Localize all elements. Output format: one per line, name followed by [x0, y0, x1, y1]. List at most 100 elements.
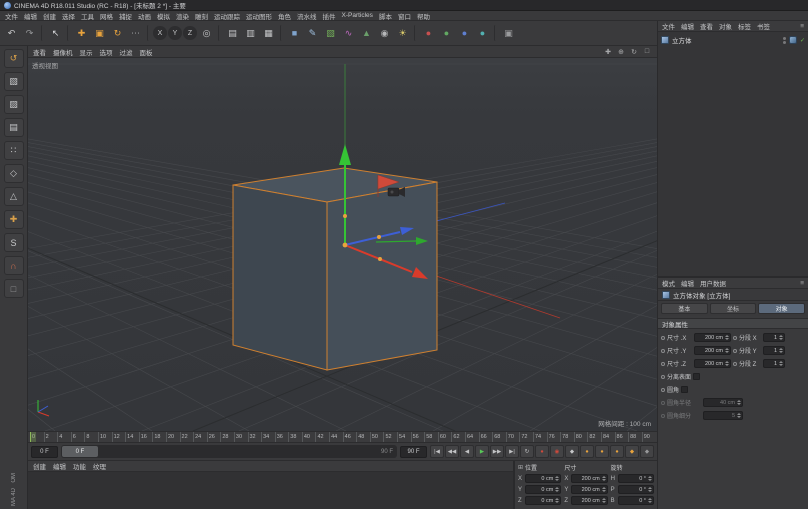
- menu-item[interactable]: 网格: [100, 11, 113, 21]
- redo-icon[interactable]: ↷: [21, 25, 38, 42]
- field-spinner[interactable]: [778, 359, 784, 368]
- menu-item[interactable]: 脚本: [379, 11, 392, 21]
- menu-item[interactable]: 创建: [43, 11, 56, 21]
- coordinate-field[interactable]: 200 cm: [571, 474, 607, 483]
- current-frame-marker[interactable]: [30, 432, 36, 442]
- object-manager-menu-item[interactable]: 对象: [719, 21, 732, 31]
- move-tool-icon[interactable]: ✚: [73, 25, 90, 42]
- y-handle-dot[interactable]: [343, 214, 347, 218]
- attribute-manager-menu-item[interactable]: 用户数据: [700, 278, 726, 288]
- size-field[interactable]: 200 cm: [694, 346, 731, 355]
- capture-camera-icon[interactable]: ▣: [500, 25, 517, 42]
- lock-y-button[interactable]: Y: [168, 26, 182, 40]
- menu-item[interactable]: 运动跟踪: [214, 11, 240, 21]
- viewport-canvas-area[interactable]: 透视视图 网格间距 : 100 cm: [28, 58, 657, 431]
- field-spinner[interactable]: [724, 346, 730, 355]
- object-list[interactable]: 立方体 ✓: [658, 32, 808, 276]
- object-manager-menu-item[interactable]: 编辑: [681, 21, 694, 31]
- x-handle-dot[interactable]: [378, 257, 382, 261]
- enable-axis-icon[interactable]: ✚: [4, 210, 24, 229]
- menu-item[interactable]: 模拟: [157, 11, 170, 21]
- visibility-dots[interactable]: [783, 37, 786, 44]
- om-options-icon[interactable]: ≡: [800, 23, 804, 30]
- viewport-solo-icon[interactable]: S: [4, 233, 24, 252]
- size-field[interactable]: 200 cm: [694, 359, 731, 368]
- convert-editable-icon[interactable]: ↺: [4, 49, 24, 68]
- field-spinner[interactable]: [778, 346, 784, 355]
- field-spinner[interactable]: [778, 333, 784, 342]
- coordinate-field[interactable]: 0 °: [618, 474, 654, 483]
- field-spinner[interactable]: [724, 359, 730, 368]
- segments-field[interactable]: 1: [763, 359, 785, 368]
- coordinate-field[interactable]: 200 cm: [571, 485, 607, 494]
- viewport-menu-item[interactable]: 摄像机: [53, 47, 73, 57]
- record-keyframe-button[interactable]: ●: [535, 445, 549, 458]
- coordinate-field[interactable]: 0 cm: [525, 496, 561, 505]
- field-spinner[interactable]: [601, 474, 607, 483]
- object-manager-menu-item[interactable]: 标签: [738, 21, 751, 31]
- viewport-canvas[interactable]: [28, 58, 657, 431]
- menu-item[interactable]: 运动图形: [246, 11, 272, 21]
- keyframe-dot[interactable]: [661, 336, 665, 340]
- keyframe-selection-button[interactable]: ◆: [565, 445, 579, 458]
- end-frame-field[interactable]: 90 F: [400, 446, 427, 458]
- size-field[interactable]: 200 cm: [694, 333, 731, 342]
- add-cube-icon[interactable]: ■: [286, 25, 303, 42]
- add-environment-icon[interactable]: ▲: [358, 25, 375, 42]
- render-view-icon[interactable]: ▤: [224, 25, 241, 42]
- lock-z-button[interactable]: Z: [183, 26, 197, 40]
- coordinate-field[interactable]: 0 °: [618, 485, 654, 494]
- field-spinner[interactable]: [647, 496, 653, 505]
- viewport-menu-item[interactable]: 显示: [80, 47, 93, 57]
- keyframe-dot[interactable]: [733, 362, 737, 366]
- timeline-ruler[interactable]: 0246810121416182022242628303234363840424…: [28, 431, 657, 443]
- prev-key-button[interactable]: ◀◀: [445, 445, 459, 458]
- field-spinner[interactable]: [647, 474, 653, 483]
- menu-item[interactable]: 动画: [138, 11, 151, 21]
- attribute-tab[interactable]: 对象: [758, 303, 805, 314]
- snap-icon[interactable]: ∩: [4, 256, 24, 275]
- add-spline-icon[interactable]: ✎: [304, 25, 321, 42]
- pan-view-icon[interactable]: ✚: [603, 48, 613, 56]
- menu-item[interactable]: 雕刻: [195, 11, 208, 21]
- last-tool-icon[interactable]: ⋯: [127, 25, 144, 42]
- coord-system-icon[interactable]: ◎: [198, 25, 215, 42]
- keyframe-dot[interactable]: [733, 349, 737, 353]
- attribute-manager-menu-item[interactable]: 编辑: [681, 278, 694, 288]
- menu-item[interactable]: 流水线: [297, 11, 317, 21]
- menu-item[interactable]: 捕捉: [119, 11, 132, 21]
- field-spinner[interactable]: [601, 485, 607, 494]
- segments-field[interactable]: 1: [763, 333, 785, 342]
- add-generator-icon[interactable]: ▧: [322, 25, 339, 42]
- keyframe-dot[interactable]: [661, 388, 665, 392]
- points-mode-icon[interactable]: ∷: [4, 141, 24, 160]
- parameter-key-toggle[interactable]: ◆: [625, 445, 639, 458]
- viewport-menu-item[interactable]: 选项: [100, 47, 113, 57]
- material-list-area[interactable]: [28, 472, 513, 509]
- menu-item[interactable]: 角色: [278, 11, 291, 21]
- add-light-icon[interactable]: ☀: [394, 25, 411, 42]
- object-manager-menu-item[interactable]: 书签: [757, 21, 770, 31]
- menu-item[interactable]: 插件: [323, 11, 336, 21]
- next-frame-button[interactable]: ▶▶: [490, 445, 504, 458]
- menu-item[interactable]: 编辑: [24, 11, 37, 21]
- rotation-key-toggle[interactable]: ●: [610, 445, 624, 458]
- frame-slider-handle[interactable]: 0 F: [62, 446, 98, 457]
- object-properties-section[interactable]: 对象属性: [658, 318, 808, 329]
- zoom-view-icon[interactable]: ⊕: [616, 48, 626, 56]
- loop-mode-button[interactable]: ↻: [520, 445, 534, 458]
- polygons-mode-icon[interactable]: △: [4, 187, 24, 206]
- object-manager-menu-item[interactable]: 查看: [700, 21, 713, 31]
- autokey-button[interactable]: ◉: [550, 445, 564, 458]
- dock-vertical-label[interactable]: OM: [11, 473, 17, 483]
- undo-icon[interactable]: ↶: [3, 25, 20, 42]
- menu-item[interactable]: 渲染: [176, 11, 189, 21]
- select-tool-icon[interactable]: ↖: [47, 25, 64, 42]
- add-deformer-icon[interactable]: ∿: [340, 25, 357, 42]
- position-key-toggle[interactable]: ●: [580, 445, 594, 458]
- fillet-checkbox[interactable]: [681, 386, 688, 393]
- field-spinner[interactable]: [554, 474, 560, 483]
- rotate-tool-icon[interactable]: ↻: [109, 25, 126, 42]
- field-spinner[interactable]: [601, 496, 607, 505]
- xp-blue-icon[interactable]: ●: [456, 25, 473, 42]
